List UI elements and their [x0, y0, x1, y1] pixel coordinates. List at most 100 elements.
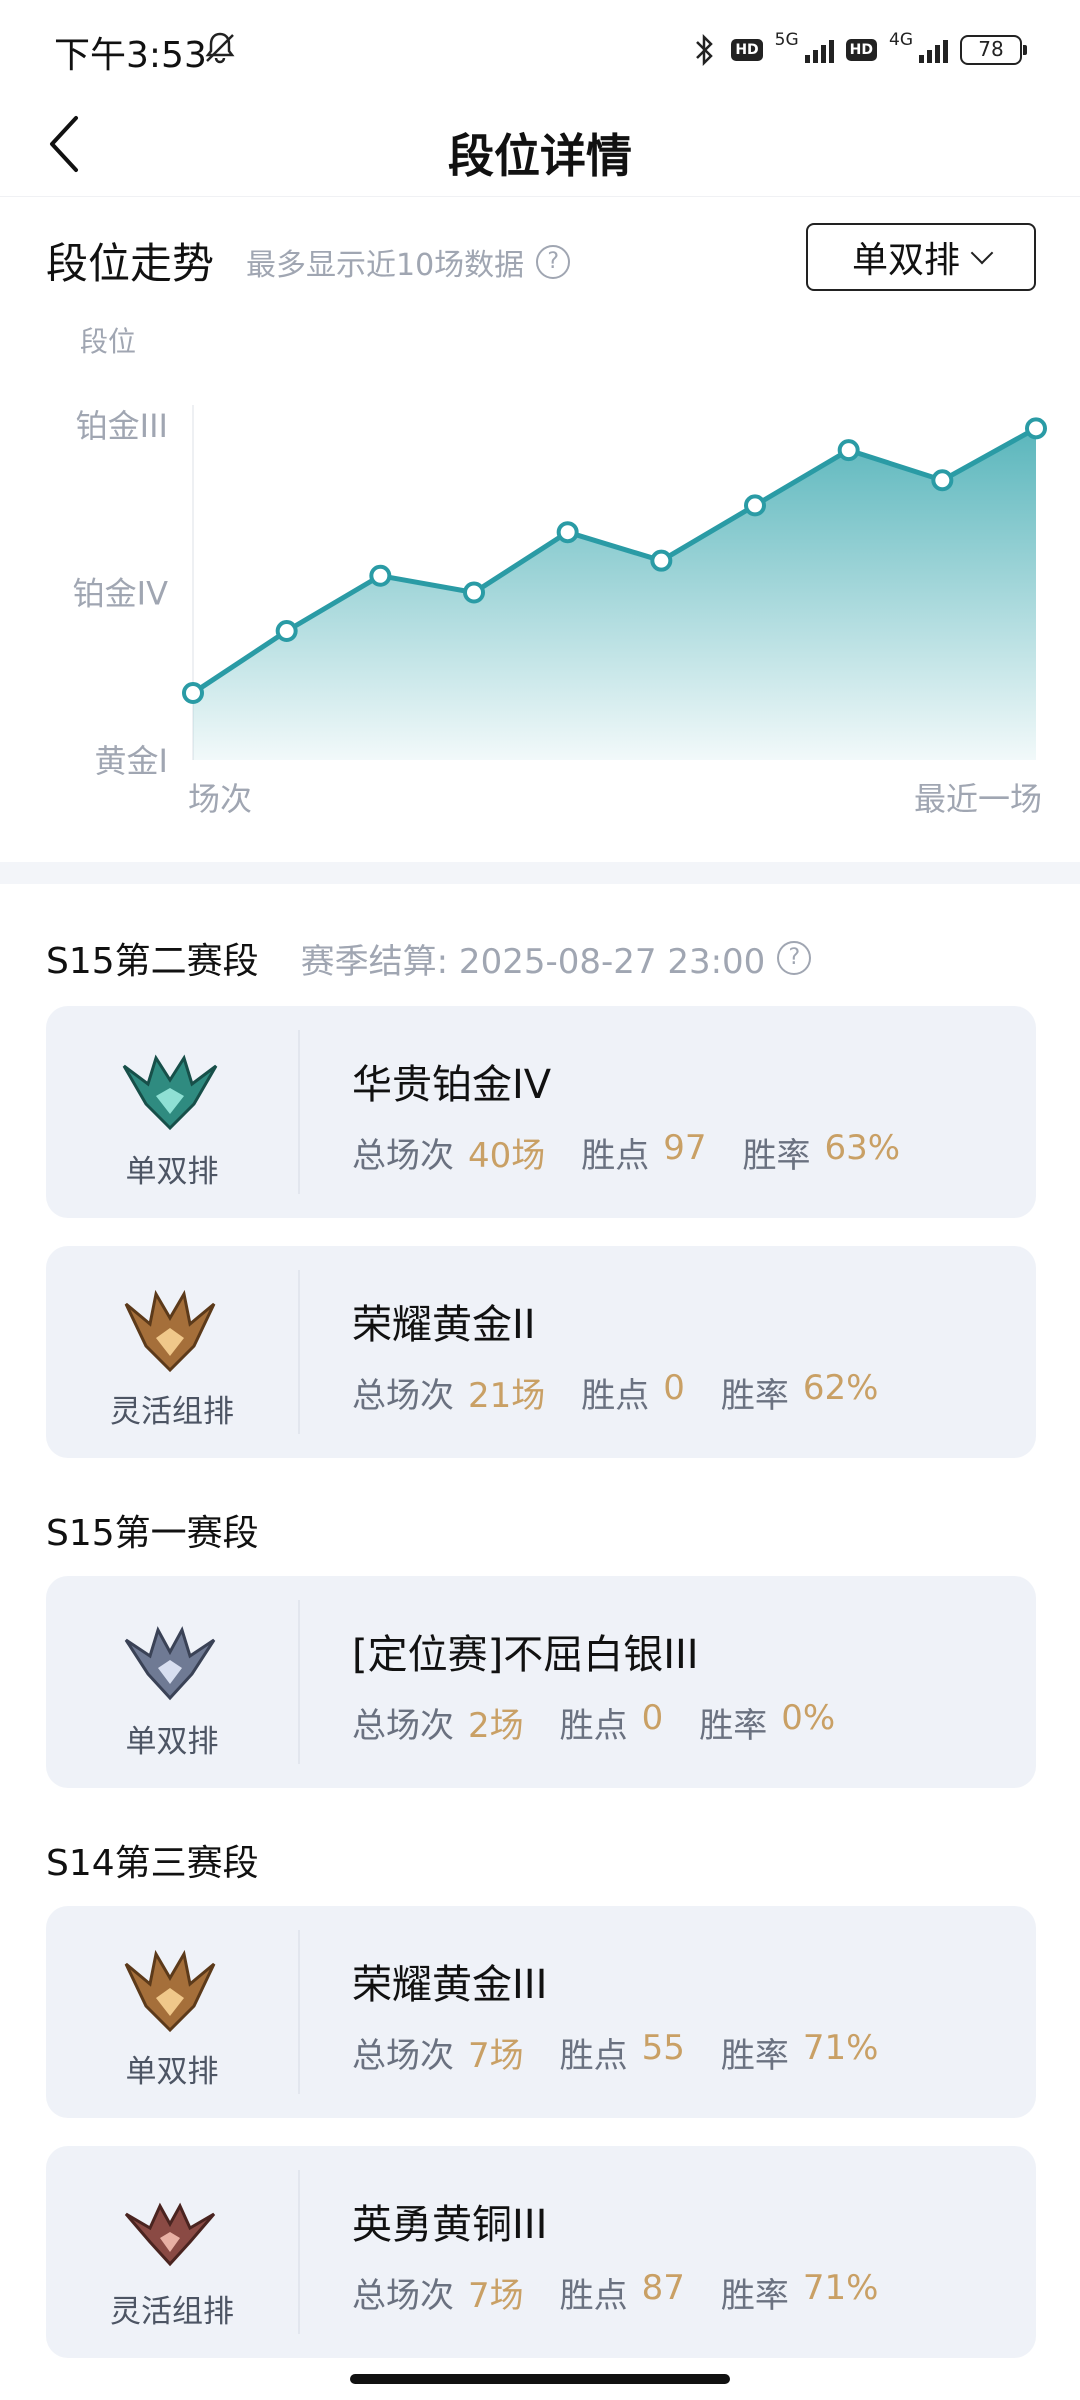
y-tick-label: 铂金III	[76, 407, 168, 445]
points-value: 0	[641, 1698, 664, 1738]
season-title: S15第二赛段 赛季结算: 2025-08-27 23:00 ?	[46, 932, 812, 984]
games-label: 总场次	[352, 1376, 454, 1416]
queue-mode: 单双排	[125, 1154, 219, 1190]
bluetooth-icon	[696, 33, 714, 67]
rank-card[interactable]: 单双排 荣耀黄金III 总场次 7场 胜点 55 胜率 71%	[46, 1906, 1036, 2118]
rank-name: 荣耀黄金II	[352, 1302, 536, 1348]
network-4g-label: 4G	[889, 30, 913, 50]
games-label: 总场次	[352, 1136, 454, 1176]
points-label: 胜点	[581, 1136, 650, 1176]
card-divider	[298, 1930, 300, 2094]
rank-stats: 总场次 7场 胜点 87 胜率 71%	[352, 2268, 914, 2317]
winrate-label: 胜率	[720, 2276, 789, 2316]
trend-point	[275, 620, 298, 643]
card-divider	[298, 1270, 300, 1434]
page-title: 段位详情	[448, 129, 632, 183]
trend-point	[744, 494, 766, 517]
bell-muted-icon	[205, 32, 235, 64]
y-tick-label: 铂金IV	[73, 575, 168, 613]
status-bar: 下午3:53 HD 5G HD 4G 78	[0, 0, 1080, 100]
rank-card[interactable]: 灵活组排 荣耀黄金II 总场次 21场 胜点 0 胜率 62%	[46, 1246, 1036, 1458]
trend-title: 段位走势	[46, 239, 215, 288]
season-settlement: 赛季结算: 2025-08-27 23:00 ?	[301, 934, 812, 983]
winrate-value: 63%	[824, 1128, 901, 1168]
battery-icon: 78	[960, 35, 1027, 65]
winrate-value: 62%	[802, 1368, 879, 1408]
winrate-value: 0%	[781, 1698, 836, 1738]
rank-stats: 总场次 2场 胜点 0 胜率 0%	[352, 1698, 871, 1747]
trend-area	[193, 428, 1036, 760]
network-5g-label: 5G	[774, 30, 799, 50]
points-label: 胜点	[581, 1376, 650, 1416]
help-icon[interactable]: ?	[777, 941, 812, 975]
season-settlement-text: 赛季结算: 2025-08-27 23:00	[300, 941, 766, 982]
points-label: 胜点	[559, 2036, 628, 2076]
winrate-label: 胜率	[720, 2036, 789, 2076]
games-label: 总场次	[352, 2276, 454, 2316]
games-value: 2场	[468, 1706, 524, 1746]
games-value: 7场	[468, 2036, 524, 2076]
winrate-label: 胜率	[699, 1706, 768, 1746]
games-value: 40场	[468, 1136, 546, 1176]
battery-level: 78	[978, 37, 1004, 61]
winrate-label: 胜率	[720, 1376, 789, 1416]
queue-select-value: 单双排	[851, 240, 960, 281]
nav-header: 段位详情	[0, 100, 1080, 197]
games-label: 总场次	[352, 1706, 454, 1746]
points-label: 胜点	[559, 2276, 628, 2316]
season-name: S15第一赛段	[46, 1513, 259, 1554]
signal-4g-icon	[919, 37, 948, 63]
queue-select[interactable]: 单双排	[806, 223, 1036, 291]
rank-name: 英勇黄铜III	[352, 2202, 548, 2248]
points-value: 0	[663, 1368, 685, 1408]
signal-5g-icon	[804, 37, 834, 63]
trend-point	[1025, 417, 1047, 440]
trend-point	[369, 564, 392, 587]
section-divider	[0, 862, 1080, 884]
winrate-label: 胜率	[742, 1136, 811, 1176]
y-tick-label: 黄金I	[95, 742, 168, 780]
points-label: 胜点	[559, 1706, 628, 1746]
rank-card[interactable]: 单双排 华贵铂金IV 总场次 40场 胜点 97 胜率 63%	[46, 1006, 1036, 1218]
rank-stats: 总场次 21场 胜点 0 胜率 62%	[352, 1368, 914, 1417]
y-axis-label: 段位	[80, 325, 136, 358]
season-name: S14第三赛段	[46, 1843, 259, 1884]
rank-name: [定位赛]不屈白银III	[352, 1632, 699, 1678]
season-name: S15第二赛段	[46, 941, 259, 982]
rank-name: 华贵铂金IV	[352, 1062, 552, 1108]
winrate-value: 71%	[802, 2268, 879, 2308]
trend-hint-text: 最多显示近10场数据	[246, 248, 525, 283]
points-value: 87	[641, 2268, 685, 2308]
rank-card[interactable]: 灵活组排 英勇黄铜III 总场次 7场 胜点 87 胜率 71%	[46, 2146, 1036, 2358]
points-value: 55	[641, 2028, 685, 2068]
hd-badge: HD	[731, 39, 763, 61]
trend-point	[556, 521, 579, 544]
rank-stats: 总场次 7场 胜点 55 胜率 71%	[352, 2028, 914, 2077]
games-value: 7场	[468, 2276, 524, 2316]
card-divider	[298, 2170, 300, 2334]
home-indicator[interactable]	[350, 2374, 730, 2384]
silver-emblem-icon	[124, 1626, 216, 1701]
queue-mode: 灵活组排	[110, 2294, 234, 2330]
gold-emblem-icon	[124, 1949, 216, 2033]
help-icon[interactable]: ?	[536, 245, 571, 279]
status-time: 下午3:53	[54, 35, 207, 76]
hd-badge-2: HD	[845, 39, 877, 61]
queue-mode: 灵活组排	[110, 1394, 234, 1430]
trend-hint: 最多显示近10场数据 ?	[246, 240, 571, 284]
winrate-value: 71%	[802, 2028, 879, 2068]
rank-name: 荣耀黄金III	[352, 1962, 548, 2008]
card-divider	[298, 1600, 300, 1764]
queue-mode: 单双排	[125, 2054, 219, 2090]
rank-card[interactable]: 单双排 [定位赛]不屈白银III 总场次 2场 胜点 0 胜率 0%	[46, 1576, 1036, 1788]
trend-point	[463, 581, 485, 604]
season-title: S15第一赛段	[46, 1504, 259, 1556]
chevron-down-icon	[970, 241, 994, 265]
trend-point	[931, 469, 954, 492]
games-label: 总场次	[352, 2036, 454, 2076]
trend-point	[837, 439, 860, 462]
queue-mode: 单双排	[125, 1724, 219, 1760]
x-end-label: 最近一场	[914, 780, 1042, 818]
card-divider	[298, 1030, 300, 1194]
points-value: 97	[663, 1128, 707, 1168]
